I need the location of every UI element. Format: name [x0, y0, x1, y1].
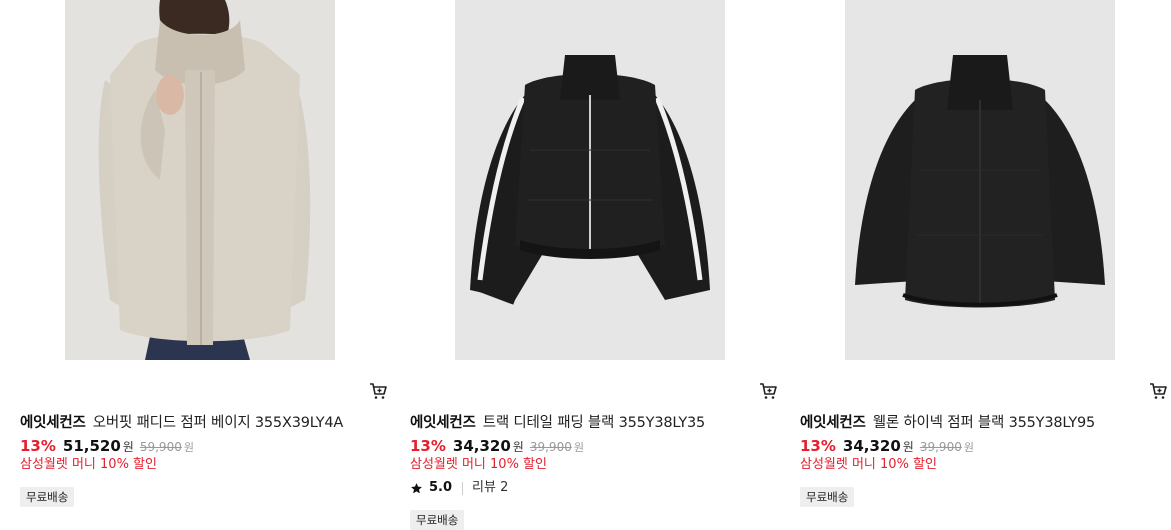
product-name: 웰론 하이넥 점퍼 블랙 355Y38LY95 — [872, 415, 1096, 431]
product-card[interactable]: 에잇세컨즈 웰론 하이넥 점퍼 블랙 355Y38LY95 13% 34,320 원 3… — [800, 0, 1170, 523]
currency: 원 — [122, 440, 134, 454]
rating-row: 5.0 리뷰 2 — [410, 479, 508, 497]
cart-icon[interactable] — [1149, 382, 1167, 400]
product-name: 오버핏 패디드 점퍼 베이지 355X39LY4A — [92, 415, 344, 431]
discount-rate: 13% — [800, 437, 836, 455]
product-name: 트랙 디테일 패딩 블랙 355Y38LY35 — [482, 415, 706, 431]
product-title[interactable]: 에잇세컨즈 웰론 하이넥 점퍼 블랙 355Y38LY95 — [800, 413, 1095, 433]
product-card[interactable]: 에잇세컨즈 오버핏 패디드 점퍼 베이지 355X39LY4A 13% 51,520… — [20, 0, 390, 523]
product-title[interactable]: 에잇세컨즈 오버핏 패디드 점퍼 베이지 355X39LY4A — [20, 413, 343, 433]
discount-rate: 13% — [410, 437, 446, 455]
cart-icon[interactable] — [759, 382, 777, 400]
star-icon — [411, 482, 422, 493]
product-image[interactable] — [410, 0, 770, 360]
currency: 원 — [512, 440, 524, 454]
free-shipping-badge: 무료배송 — [20, 487, 75, 507]
rating-value: 5.0 — [429, 480, 453, 495]
black-track-puffer-photo[interactable] — [455, 0, 725, 360]
sale-price: 34,320 — [452, 437, 511, 455]
price-row: 13% 51,520 원 59,900 원 — [20, 436, 194, 458]
sale-price: 34,320 — [842, 437, 901, 455]
brand-name: 에잇세컨즈 — [20, 415, 86, 431]
product-image[interactable] — [800, 0, 1160, 360]
free-shipping-badge: 무료배송 — [410, 510, 465, 530]
product-image[interactable] — [20, 0, 380, 360]
price-row: 13% 34,320 원 39,900 원 — [800, 436, 974, 458]
original-price: 59,900 — [139, 440, 182, 454]
currency: 원 — [902, 440, 914, 454]
price-row: 13% 34,320 원 39,900 원 — [410, 436, 584, 458]
product-card[interactable]: 에잇세컨즈 트랙 디테일 패딩 블랙 355Y38LY35 13% 34,320 원 3… — [410, 0, 780, 530]
original-price: 39,900 — [529, 440, 572, 454]
promo-text: 삼성월렛 머니 10% 할인 — [20, 457, 157, 472]
product-title[interactable]: 에잇세컨즈 트랙 디테일 패딩 블랙 355Y38LY35 — [410, 413, 705, 433]
review-count[interactable]: 리뷰 2 — [472, 479, 508, 497]
beige-padded-jacket-photo[interactable] — [65, 0, 335, 360]
promo-text: 삼성월렛 머니 10% 할인 — [410, 457, 547, 472]
original-currency: 원 — [573, 441, 584, 454]
original-currency: 원 — [183, 441, 194, 454]
original-price: 39,900 — [919, 440, 962, 454]
original-currency: 원 — [963, 441, 974, 454]
cart-icon[interactable] — [369, 382, 387, 400]
brand-name: 에잇세컨즈 — [410, 415, 476, 431]
brand-name: 에잇세컨즈 — [800, 415, 866, 431]
black-highneck-jumper-photo[interactable] — [845, 0, 1115, 360]
discount-rate: 13% — [20, 437, 56, 455]
promo-text: 삼성월렛 머니 10% 할인 — [800, 457, 937, 472]
divider — [462, 481, 464, 495]
free-shipping-badge: 무료배송 — [800, 487, 855, 507]
sale-price: 51,520 — [62, 437, 121, 455]
